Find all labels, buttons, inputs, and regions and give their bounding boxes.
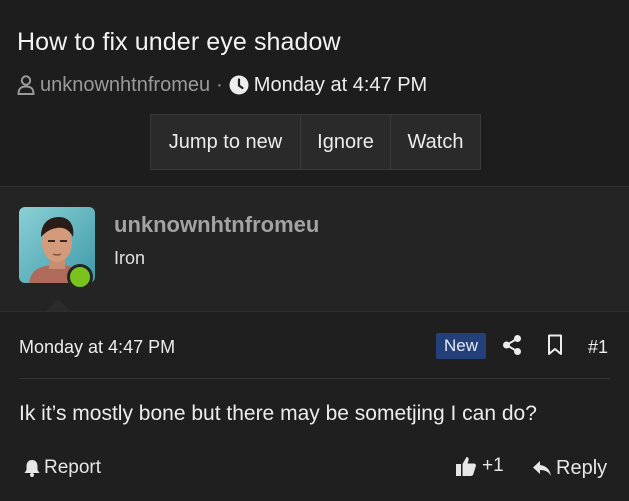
post-body: Monday at 4:47 PM New #1 Ik it’s mostly … bbox=[0, 311, 629, 501]
thread-date-link[interactable]: Monday at 4:47 PM bbox=[254, 74, 427, 97]
post-number-link[interactable]: #1 bbox=[588, 337, 608, 358]
ignore-button[interactable]: Ignore bbox=[301, 115, 391, 169]
thread-author-link[interactable]: unknownhtnfromeu bbox=[40, 74, 210, 97]
bookmark-icon[interactable] bbox=[547, 334, 563, 361]
thread-meta: unknownhtnfromeu · Monday at 4:47 PM bbox=[17, 72, 427, 98]
page-title: How to fix under eye shadow bbox=[17, 28, 341, 56]
user-title: Iron bbox=[114, 248, 146, 268]
clock-icon bbox=[229, 75, 249, 95]
reply-icon bbox=[532, 460, 552, 478]
bell-icon bbox=[23, 459, 41, 477]
post-username[interactable]: unknownhtnfromeu bbox=[114, 212, 319, 238]
post-message: Ik it’s mostly bone but there may be som… bbox=[19, 402, 537, 425]
new-badge: New bbox=[436, 333, 487, 359]
report-button[interactable]: Report bbox=[23, 457, 101, 479]
jump-to-new-button[interactable]: Jump to new bbox=[151, 115, 301, 169]
meta-separator: · bbox=[216, 73, 223, 96]
thread-actions: Jump to new Ignore Watch bbox=[150, 114, 481, 170]
post: unknownhtnfromeu Iron Monday at 4:47 PM … bbox=[0, 186, 629, 501]
like-button[interactable]: +1 bbox=[455, 455, 504, 477]
message-caret bbox=[46, 299, 70, 311]
user-icon bbox=[17, 75, 35, 95]
report-label: Report bbox=[44, 457, 102, 478]
online-status-indicator bbox=[67, 264, 93, 290]
divider bbox=[19, 378, 610, 379]
post-date-link[interactable]: Monday at 4:47 PM bbox=[19, 337, 175, 358]
share-icon[interactable] bbox=[502, 334, 522, 361]
thread-header: How to fix under eye shadow unknownhtnfr… bbox=[0, 0, 629, 186]
reply-label: Reply bbox=[556, 457, 608, 479]
reaction-count: +1 bbox=[482, 455, 504, 476]
watch-button[interactable]: Watch bbox=[391, 115, 480, 169]
reply-button[interactable]: Reply bbox=[532, 457, 607, 480]
thumbs-up-icon bbox=[455, 455, 477, 477]
